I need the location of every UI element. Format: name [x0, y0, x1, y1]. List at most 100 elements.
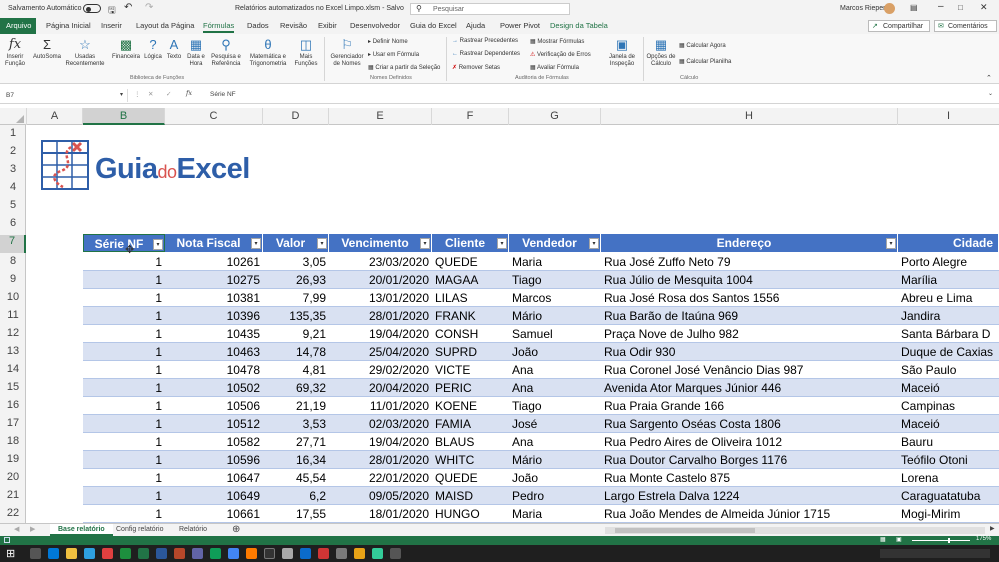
tab-insert[interactable]: Inserir — [101, 21, 122, 30]
row-header[interactable]: 10 — [0, 291, 26, 303]
expand-formula-bar-icon[interactable]: ⌄ — [988, 90, 993, 97]
macro-record-icon[interactable] — [4, 537, 10, 543]
cell-vencimento[interactable]: 28/01/2020 — [329, 307, 432, 325]
cell-nota-fiscal[interactable]: 10649 — [165, 487, 263, 505]
cell-nota-fiscal[interactable]: 10463 — [165, 343, 263, 361]
cell-endereco[interactable]: Avenida Ator Marques Júnior 446 — [601, 379, 898, 397]
row-header[interactable]: 18 — [0, 435, 26, 447]
cell-cliente[interactable]: WHITC — [432, 451, 509, 469]
tab-guia-do-excel[interactable]: Guia do Excel — [410, 21, 457, 30]
cell-vencimento[interactable]: 22/01/2020 — [329, 469, 432, 487]
sheet-tab-relatorio[interactable]: Relatório — [179, 526, 207, 533]
cell-cidade[interactable]: Lorena — [898, 469, 999, 487]
cell-nota-fiscal[interactable]: 10661 — [165, 505, 263, 523]
cell-vencimento[interactable]: 29/02/2020 — [329, 361, 432, 379]
more-functions-button[interactable]: ◫ Mais Funções — [292, 38, 320, 68]
col-header-b[interactable]: B — [83, 108, 165, 125]
watch-window-button[interactable]: ▣ Janela de Inspeção — [604, 38, 640, 68]
taskbar-chrome-icon[interactable] — [228, 548, 239, 559]
cell-endereco[interactable]: Rua João Mendes de Almeida Júnior 1715 — [601, 505, 898, 523]
col-header-g[interactable]: G — [509, 108, 601, 125]
cell-vencimento[interactable]: 20/04/2020 — [329, 379, 432, 397]
tab-help[interactable]: Ajuda — [466, 21, 485, 30]
cell-valor[interactable]: 3,05 — [263, 253, 329, 271]
cell-vendedor[interactable]: Maria — [509, 253, 601, 271]
enter-icon[interactable]: ✓ — [166, 90, 171, 98]
cell-nota-fiscal[interactable]: 10435 — [165, 325, 263, 343]
cell-valor[interactable]: 17,55 — [263, 505, 329, 523]
sheet-tab-base-relatorio[interactable]: Base relatório — [50, 524, 113, 536]
cell-nota-fiscal[interactable]: 10502 — [165, 379, 263, 397]
cell-endereco[interactable]: Rua Júlio de Mesquita 1004 — [601, 271, 898, 289]
tab-formulas[interactable]: Fórmulas — [203, 21, 235, 33]
taskbar-word-icon[interactable] — [156, 548, 167, 559]
tab-power-pivot[interactable]: Power Pivot — [500, 21, 540, 30]
row-header[interactable]: 4 — [0, 181, 26, 193]
normal-view-icon[interactable]: ▦ — [880, 536, 886, 543]
row-header[interactable]: 17 — [0, 417, 26, 429]
col-header-a[interactable]: A — [27, 108, 83, 125]
cancel-icon[interactable]: ✕ — [148, 90, 153, 98]
recent-functions-button[interactable]: ☆ Usadas Recentemente — [64, 38, 106, 68]
cell-cidade[interactable]: Maceió — [898, 379, 999, 397]
cell-vendedor[interactable]: Pedro — [509, 487, 601, 505]
zoom-slider[interactable] — [912, 538, 970, 543]
cell-endereco[interactable]: Rua José Zuffo Neto 79 — [601, 253, 898, 271]
user-name[interactable]: Marcos Rieper — [840, 5, 886, 12]
prev-sheet-icon[interactable]: ◀ — [14, 525, 19, 533]
taskbar-app-icon[interactable] — [282, 548, 293, 559]
cell-vencimento[interactable]: 20/01/2020 — [329, 271, 432, 289]
cell-endereco[interactable]: Rua Sargento Oséas Costa 1806 — [601, 415, 898, 433]
error-check-button[interactable]: ⚠ Verificação de Erros — [530, 51, 591, 58]
cell-valor[interactable]: 26,93 — [263, 271, 329, 289]
cell-vendedor[interactable]: João — [509, 469, 601, 487]
worksheet-grid[interactable]: GuiadoExcel Série NF ▾ Nota Fiscal ▾ Valor… — [27, 125, 999, 523]
cell-cliente[interactable]: MAGAA — [432, 271, 509, 289]
row-header[interactable]: 9 — [0, 273, 26, 285]
taskbar-powerpoint-icon[interactable] — [174, 548, 185, 559]
cell-vendedor[interactable]: Ana — [509, 433, 601, 451]
ribbon-display-icon[interactable]: ▤ — [910, 3, 918, 12]
row-header[interactable]: 8 — [0, 255, 26, 267]
cell-vendedor[interactable]: José — [509, 415, 601, 433]
cell-nota-fiscal[interactable]: 10275 — [165, 271, 263, 289]
collapse-ribbon-icon[interactable]: ⌃ — [986, 74, 992, 82]
cell-cliente[interactable]: SUPRD — [432, 343, 509, 361]
cell-valor[interactable]: 27,71 — [263, 433, 329, 451]
tab-file[interactable]: Arquivo — [0, 18, 36, 34]
taskbar-app-icon[interactable] — [300, 548, 311, 559]
cell-endereco[interactable]: Praça Nove de Julho 982 — [601, 325, 898, 343]
cell-serie-nf[interactable]: 1 — [83, 415, 165, 433]
cell-vendedor[interactable]: Ana — [509, 379, 601, 397]
comments-button[interactable]: ✉ Comentários — [934, 20, 997, 32]
taskbar-app-icon[interactable] — [66, 548, 77, 559]
cell-endereco[interactable]: Largo Estrela Dalva 1224 — [601, 487, 898, 505]
cell-cliente[interactable]: CONSH — [432, 325, 509, 343]
cell-endereco[interactable]: Rua Doutor Carvalho Borges 1176 — [601, 451, 898, 469]
cell-serie-nf[interactable]: 1 — [83, 451, 165, 469]
cell-cliente[interactable]: QUEDE — [432, 469, 509, 487]
taskbar-app-icon[interactable] — [84, 548, 95, 559]
cell-cliente[interactable]: KOENE — [432, 397, 509, 415]
filter-dropdown-icon[interactable]: ▾ — [497, 238, 507, 249]
insert-function-button[interactable]: fx Inserir Função — [4, 38, 26, 68]
system-tray[interactable] — [880, 549, 990, 558]
cell-serie-nf[interactable]: 1 — [83, 469, 165, 487]
next-sheet-icon[interactable]: ▶ — [30, 525, 35, 533]
cell-vencimento[interactable]: 19/04/2020 — [329, 325, 432, 343]
maximize-icon[interactable]: □ — [958, 3, 963, 12]
cell-valor[interactable]: 21,19 — [263, 397, 329, 415]
cell-endereco[interactable]: Rua José Rosa dos Santos 1556 — [601, 289, 898, 307]
cell-nota-fiscal[interactable]: 10647 — [165, 469, 263, 487]
header-nota-fiscal[interactable]: Nota Fiscal ▾ — [165, 234, 263, 252]
tab-home[interactable]: Página Inicial — [46, 21, 91, 30]
avatar[interactable] — [884, 3, 895, 14]
name-manager-button[interactable]: ⚐ Gerenciador de Nomes — [328, 38, 366, 68]
cell-nota-fiscal[interactable]: 10478 — [165, 361, 263, 379]
cell-cliente[interactable]: BLAUS — [432, 433, 509, 451]
cell-cidade[interactable]: Caraguatatuba — [898, 487, 999, 505]
cell-vendedor[interactable]: Marcos — [509, 289, 601, 307]
taskbar-teams-icon[interactable] — [192, 548, 203, 559]
cell-nota-fiscal[interactable]: 10396 — [165, 307, 263, 325]
filter-dropdown-icon[interactable]: ▾ — [153, 239, 163, 250]
